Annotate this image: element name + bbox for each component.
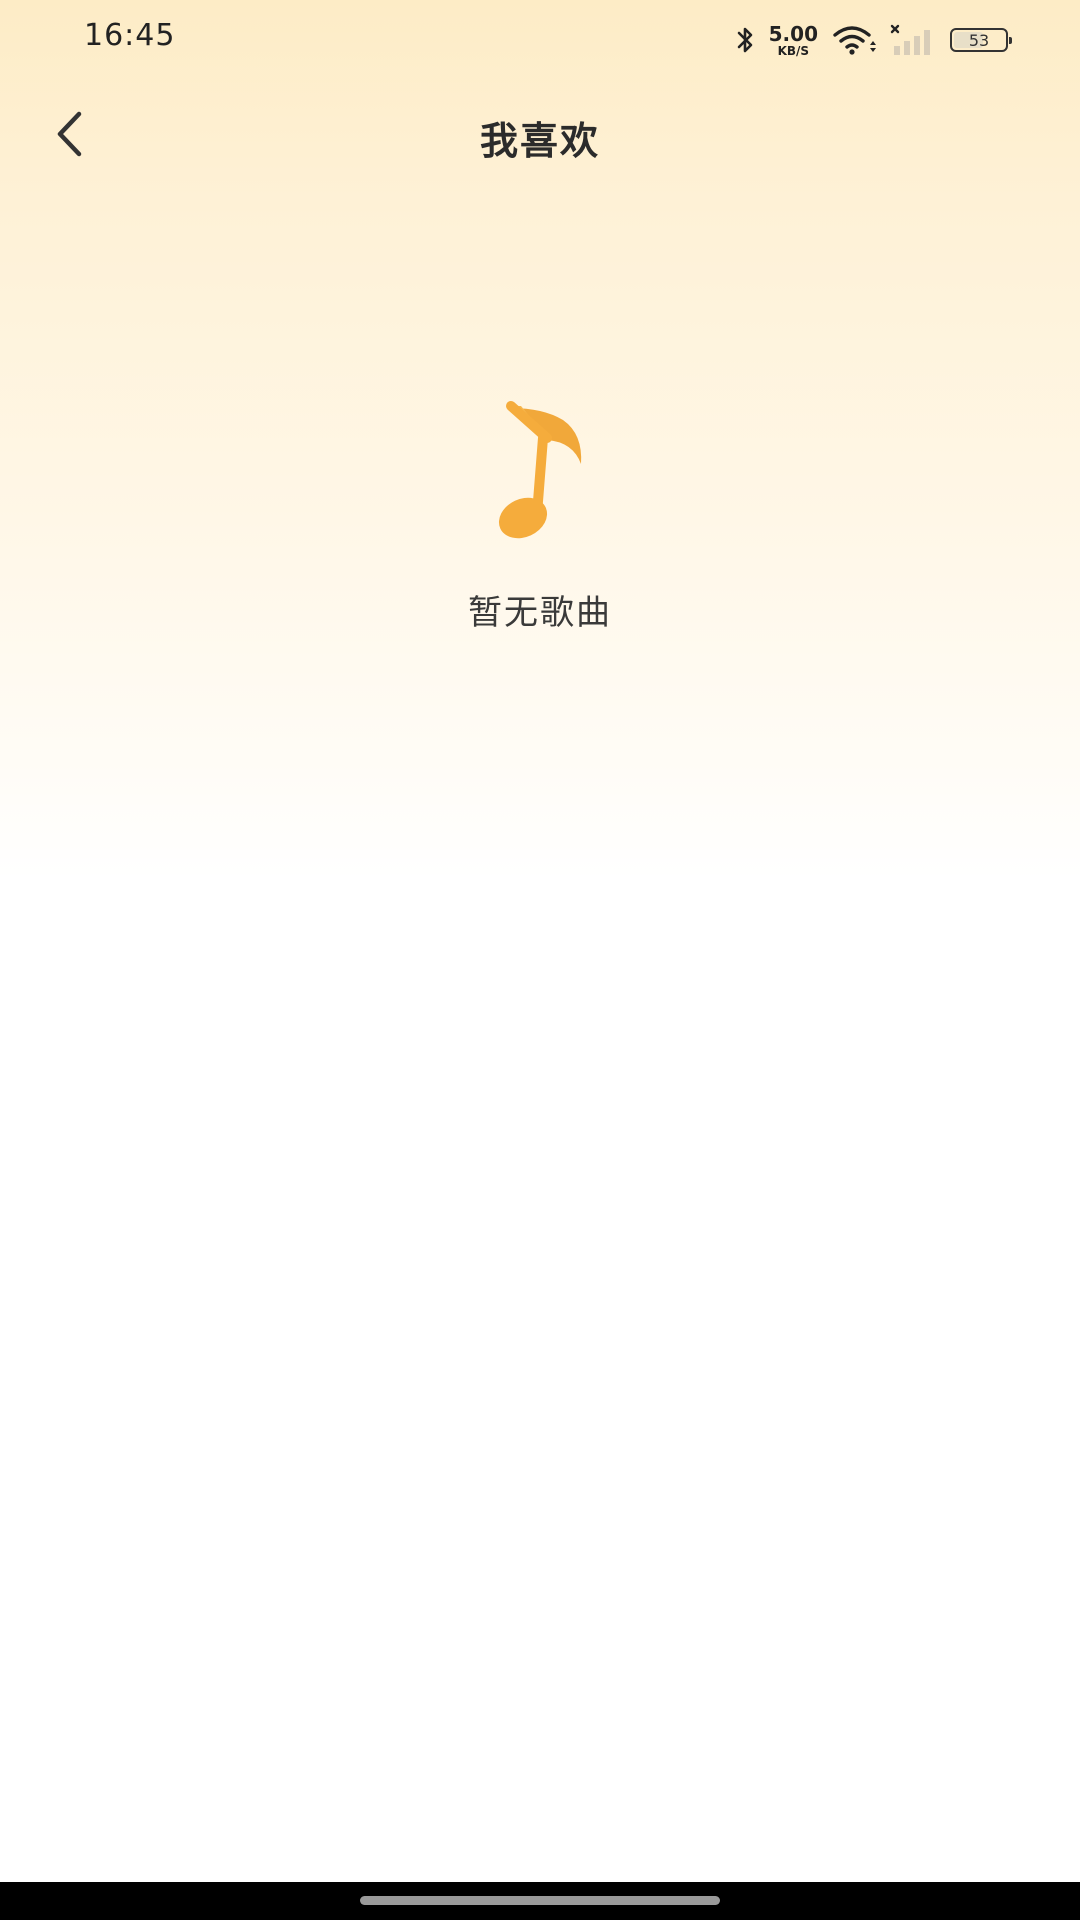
header: 我喜欢 xyxy=(0,90,1080,180)
page-title: 我喜欢 xyxy=(479,119,600,163)
navigation-bar xyxy=(0,1882,1080,1920)
net-speed-unit: KB/S xyxy=(777,43,810,58)
bluetooth-icon xyxy=(735,25,755,55)
net-speed-value: 5.00 xyxy=(768,21,818,46)
signal-icon xyxy=(890,24,936,56)
net-speed-indicator: 5.00 KB/S xyxy=(769,24,818,57)
music-note-icon xyxy=(485,400,595,545)
status-bar: 16:45 5.00 KB/S 53 xyxy=(0,0,1080,80)
empty-state-message: 暂无歌曲 xyxy=(468,593,612,633)
home-indicator[interactable] xyxy=(360,1896,720,1905)
battery-icon: 53 xyxy=(950,28,1012,52)
status-icons: 5.00 KB/S 53 xyxy=(735,18,1012,62)
status-time: 16:45 xyxy=(84,18,176,53)
wifi-icon xyxy=(832,24,876,56)
empty-state: 暂无歌曲 xyxy=(0,400,1080,634)
battery-level: 53 xyxy=(968,30,990,50)
